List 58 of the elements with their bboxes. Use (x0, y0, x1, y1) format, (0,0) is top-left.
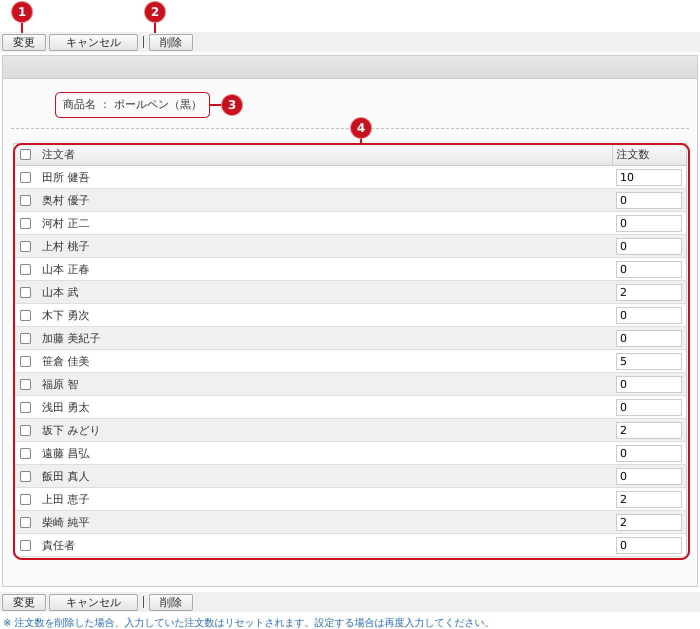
note-text: ※ 注文数を削除した場合、入力していた注文数はリセットされます。設定する場合は再度入力してください。 (3, 617, 496, 629)
orderer-cell: 加藤 美紀子 (38, 326, 612, 350)
orderer-cell: 責任者 (38, 534, 612, 556)
cancel-button[interactable]: キャンセル (49, 34, 138, 50)
orderer-cell: 山本 武 (38, 280, 612, 304)
row-checkbox[interactable] (20, 448, 31, 458)
quantity-field[interactable]: 2 (616, 422, 682, 438)
callout-badge: 2 (145, 2, 165, 22)
quantity-field[interactable]: 2 (616, 284, 682, 300)
row-checkbox[interactable] (20, 310, 31, 320)
callout-badge: 4 (351, 118, 371, 138)
quantity-field[interactable]: 0 (616, 306, 682, 324)
row-checkbox[interactable] (20, 378, 31, 390)
product-name-label: 商品名 ： ボールペン（黒） (55, 92, 210, 118)
row-checkbox[interactable] (20, 540, 31, 550)
delete-button[interactable]: 削除 (149, 34, 193, 50)
quantity-field[interactable]: 0 (616, 238, 682, 254)
orderer-cell: 奥村 優子 (38, 188, 612, 212)
select-all-checkbox[interactable] (20, 149, 31, 160)
quantity-field[interactable]: 0 (616, 376, 682, 392)
quantity-field[interactable]: 0 (616, 444, 682, 462)
orderer-cell: 柴崎 純平 (38, 510, 612, 534)
orderer-cell: 坂下 みどり (38, 418, 612, 442)
row-checkbox[interactable] (20, 516, 31, 528)
quantity-field[interactable]: 0 (616, 536, 682, 554)
row-checkbox[interactable] (20, 218, 31, 228)
row-checkbox[interactable] (20, 240, 31, 252)
row-checkbox[interactable] (20, 402, 31, 412)
orderer-cell: 上村 桃子 (38, 234, 612, 258)
row-checkbox[interactable] (20, 494, 31, 504)
quantity-field[interactable]: 0 (616, 468, 682, 484)
orderer-cell: 福原 智 (38, 372, 612, 396)
row-checkbox[interactable] (20, 286, 31, 298)
row-checkbox[interactable] (20, 356, 31, 366)
column-header: 注文数 (612, 144, 686, 166)
orderer-cell: 飯田 真人 (38, 464, 612, 488)
callout-badge: 1 (12, 2, 32, 22)
row-checkbox[interactable] (20, 470, 31, 482)
delete-button[interactable]: 削除 (149, 594, 193, 610)
quantity-field[interactable]: 0 (616, 330, 682, 346)
row-checkbox[interactable] (20, 424, 31, 436)
quantity-field[interactable]: 5 (616, 352, 682, 370)
quantity-field[interactable]: 2 (616, 490, 682, 508)
quantity-field[interactable]: 2 (616, 514, 682, 530)
row-checkbox[interactable] (20, 194, 31, 206)
quantity-field[interactable]: 0 (616, 398, 682, 416)
row-checkbox[interactable] (20, 264, 31, 274)
quantity-field[interactable]: 0 (616, 214, 682, 232)
callout-badge: 3 (222, 95, 242, 115)
cancel-button[interactable]: キャンセル (49, 594, 138, 610)
row-checkbox[interactable] (20, 172, 31, 182)
row-checkbox[interactable] (20, 332, 31, 344)
quantity-field[interactable]: 0 (616, 192, 682, 208)
change-button[interactable]: 変更 (2, 594, 46, 610)
column-header: 注文者 (38, 144, 612, 166)
quantity-field[interactable]: 0 (616, 260, 682, 278)
change-button[interactable]: 変更 (2, 34, 46, 50)
quantity-field[interactable]: 10 (616, 168, 682, 186)
